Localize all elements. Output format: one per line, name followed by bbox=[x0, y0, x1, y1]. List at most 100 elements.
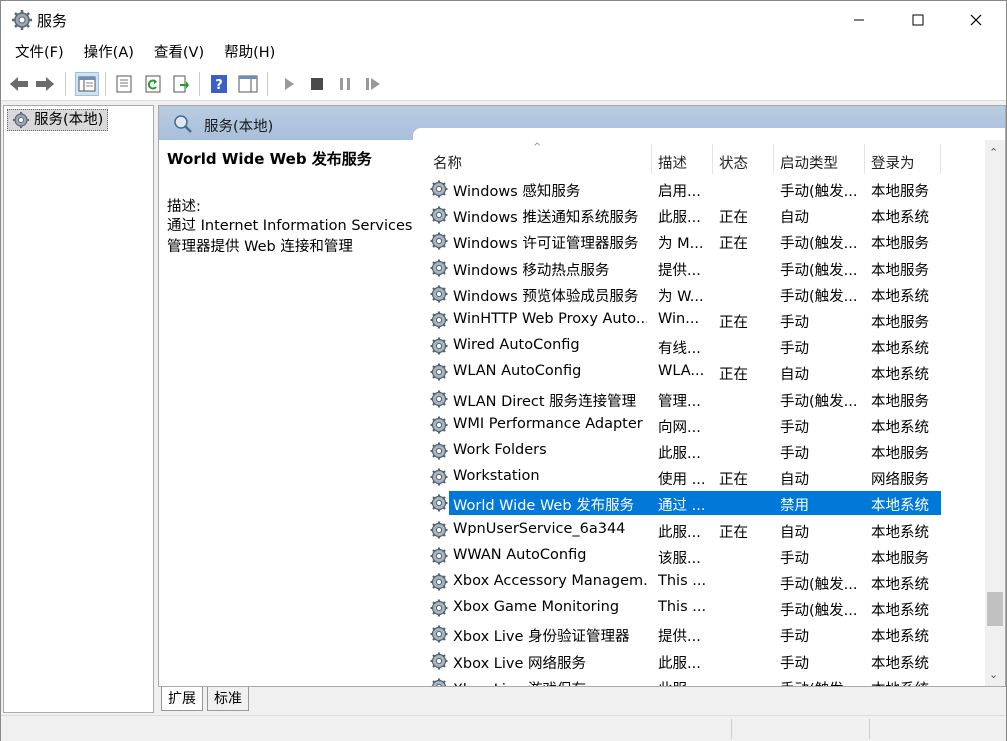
service-gear-icon bbox=[430, 442, 448, 460]
menu-view[interactable]: 查看(V) bbox=[146, 39, 212, 67]
stop-service-button[interactable] bbox=[305, 72, 329, 96]
table-row[interactable]: Windows 感知服务 启用... 手动(触发... 本地服务 bbox=[425, 176, 941, 202]
show-hide-tree-icon bbox=[78, 76, 96, 92]
cell-description: 为 W... bbox=[658, 288, 704, 305]
menu-help[interactable]: 帮助(H) bbox=[216, 39, 283, 67]
column-divider[interactable] bbox=[651, 144, 652, 174]
table-row[interactable]: Windows 预览体验成员服务 为 W... 手动(触发... 本地系统 bbox=[425, 281, 941, 307]
cell-log-on-as: 本地服务 bbox=[871, 393, 929, 410]
column-header-description[interactable]: 描述 bbox=[658, 152, 687, 173]
scroll-up-icon[interactable]: ⌃ bbox=[989, 146, 998, 159]
export-list-icon bbox=[173, 75, 189, 93]
cell-description: This ... bbox=[658, 573, 707, 589]
service-gear-icon bbox=[430, 180, 448, 198]
cell-name: Windows 感知服务 bbox=[453, 184, 581, 200]
window-title: 服务 bbox=[37, 12, 68, 30]
maximize-icon bbox=[912, 14, 924, 26]
refresh-button[interactable] bbox=[141, 72, 165, 96]
minimize-button[interactable] bbox=[830, 1, 888, 39]
tab-extended[interactable]: 扩展 bbox=[161, 687, 203, 711]
cell-startup-type: 手动(触发... bbox=[780, 603, 858, 620]
column-divider[interactable] bbox=[773, 144, 774, 174]
gear-icon bbox=[13, 112, 29, 128]
table-row[interactable]: Xbox Live 身份验证管理器 提供... 手动 本地系统 bbox=[425, 621, 941, 647]
column-divider[interactable] bbox=[864, 144, 865, 174]
cell-name: Wired AutoConfig bbox=[453, 337, 580, 354]
service-gear-icon bbox=[430, 206, 448, 224]
tab-standard[interactable]: 标准 bbox=[207, 687, 249, 711]
table-row[interactable]: Windows 推送通知系统服务 此服... 正在 自动 本地系统 bbox=[425, 202, 941, 228]
properties-button[interactable] bbox=[112, 72, 136, 96]
column-header-startup-type[interactable]: 启动类型 bbox=[780, 152, 838, 173]
selected-service-title: World Wide Web 发布服务 bbox=[167, 150, 372, 168]
vertical-scrollbar[interactable]: ⌃ ⌄ bbox=[985, 140, 1005, 686]
cell-description: 管理... bbox=[658, 393, 701, 410]
console-tree[interactable]: 服务(本地) bbox=[3, 105, 154, 713]
cell-name: Workstation bbox=[453, 468, 540, 485]
tree-item-services-local[interactable]: 服务(本地) bbox=[7, 109, 109, 131]
restart-service-button[interactable] bbox=[361, 72, 385, 96]
scroll-down-icon[interactable]: ⌄ bbox=[989, 668, 998, 681]
show-hide-tree-button[interactable] bbox=[75, 72, 99, 96]
services-list[interactable]: ^ 名称 描述 状态 启动类型 登录为 Windows 感知服务 启用... 手动(… bbox=[425, 140, 1005, 686]
table-row[interactable]: WLAN AutoConfig WLA... 正在 自动 本地系统 bbox=[425, 359, 941, 385]
title-bar: 服务 bbox=[1, 1, 1006, 39]
cell-name: Xbox Live 网络服务 bbox=[453, 655, 586, 672]
table-row[interactable]: Xbox Game Monitoring This ... 手动(触发... 本地系统 bbox=[425, 595, 941, 621]
cell-startup-type: 手动 bbox=[780, 446, 809, 462]
service-gear-icon bbox=[430, 363, 448, 381]
start-service-button[interactable] bbox=[277, 72, 301, 96]
forward-button[interactable] bbox=[33, 72, 57, 96]
table-row[interactable]: WinHTTP Web Proxy Auto... Win... 正在 手动 本地服务 bbox=[425, 307, 941, 333]
cell-startup-type: 手动 bbox=[780, 315, 809, 331]
cell-startup-type: 手动(触发... bbox=[780, 678, 862, 686]
table-row[interactable]: WLAN Direct 服务连接管理 管理... 手动(触发... 本地服务 bbox=[425, 386, 941, 412]
menu-file[interactable]: 文件(F) bbox=[7, 39, 72, 67]
action-pane-button[interactable] bbox=[236, 72, 260, 96]
header-tab-shape bbox=[413, 128, 1005, 140]
back-button[interactable] bbox=[7, 72, 31, 96]
table-row[interactable]: Work Folders 此服... 手动 本地服务 bbox=[425, 438, 941, 464]
table-row[interactable]: Xbox Live 网络服务 此服... 手动 本地系统 bbox=[425, 648, 941, 674]
cell-startup-type: 手动(触发... bbox=[780, 393, 858, 410]
maximize-button[interactable] bbox=[889, 1, 947, 39]
column-header-name[interactable]: 名称 bbox=[433, 152, 462, 173]
cell-log-on-as: 本地服务 bbox=[871, 236, 929, 253]
close-button[interactable] bbox=[947, 1, 1005, 39]
column-divider[interactable] bbox=[712, 144, 713, 174]
column-divider[interactable] bbox=[940, 144, 941, 174]
cell-startup-type: 手动 bbox=[780, 419, 809, 436]
table-row[interactable]: WWAN AutoConfig 该服... 手动 本地服务 bbox=[425, 543, 941, 569]
table-row[interactable]: WMI Performance Adapter 向网... 手动 本地系统 bbox=[425, 412, 941, 438]
cell-name: Xbox Live 游戏保存 bbox=[453, 678, 647, 686]
cell-startup-type: 手动(触发... bbox=[780, 262, 858, 279]
table-row[interactable]: Windows 许可证管理器服务 为 M... 正在 手动(触发... 本地服务 bbox=[425, 228, 941, 254]
scrollbar-thumb[interactable] bbox=[987, 592, 1003, 626]
column-header-status[interactable]: 状态 bbox=[719, 152, 748, 173]
cell-log-on-as: 本地系统 bbox=[871, 524, 929, 541]
export-list-button[interactable] bbox=[169, 72, 193, 96]
table-row[interactable]: Wired AutoConfig 有线... 手动 本地系统 bbox=[425, 333, 941, 359]
cell-name: WpnUserService_6a344 bbox=[453, 520, 626, 537]
cell-name: Xbox Game Monitoring bbox=[453, 599, 620, 616]
table-row[interactable]: Workstation 使用 ... 正在 自动 网络服务 bbox=[425, 464, 941, 490]
gear-icon bbox=[12, 10, 32, 30]
service-gear-icon bbox=[430, 232, 448, 250]
table-row[interactable]: WpnUserService_6a344 此服... 正在 自动 本地系统 bbox=[425, 517, 941, 543]
table-row[interactable]: Windows 移动热点服务 提供... 手动(触发... 本地服务 bbox=[425, 255, 941, 281]
column-header-log-on-as[interactable]: 登录为 bbox=[871, 152, 915, 173]
service-gear-icon bbox=[430, 311, 448, 329]
table-row[interactable]: Xbox Accessory Managem... This ... 手动(触发..… bbox=[425, 569, 941, 595]
toolbar: ? bbox=[1, 67, 1006, 101]
cell-log-on-as: 本地服务 bbox=[871, 262, 929, 279]
details-header: 服务(本地) bbox=[159, 106, 1005, 140]
cell-status: 正在 bbox=[719, 315, 748, 331]
cell-description: This ... bbox=[658, 599, 707, 616]
table-row[interactable]: World Wide Web 发布服务 通过 ... 禁用 本地系统 bbox=[425, 490, 941, 516]
service-gear-icon bbox=[430, 416, 448, 434]
service-gear-icon bbox=[430, 625, 448, 643]
pause-service-button[interactable] bbox=[333, 72, 357, 96]
menu-action[interactable]: 操作(A) bbox=[76, 39, 142, 67]
help-button[interactable]: ? bbox=[207, 72, 231, 96]
table-row[interactable]: Xbox Live 游戏保存 此服... 手动(触发... 本地系统 bbox=[425, 674, 941, 686]
